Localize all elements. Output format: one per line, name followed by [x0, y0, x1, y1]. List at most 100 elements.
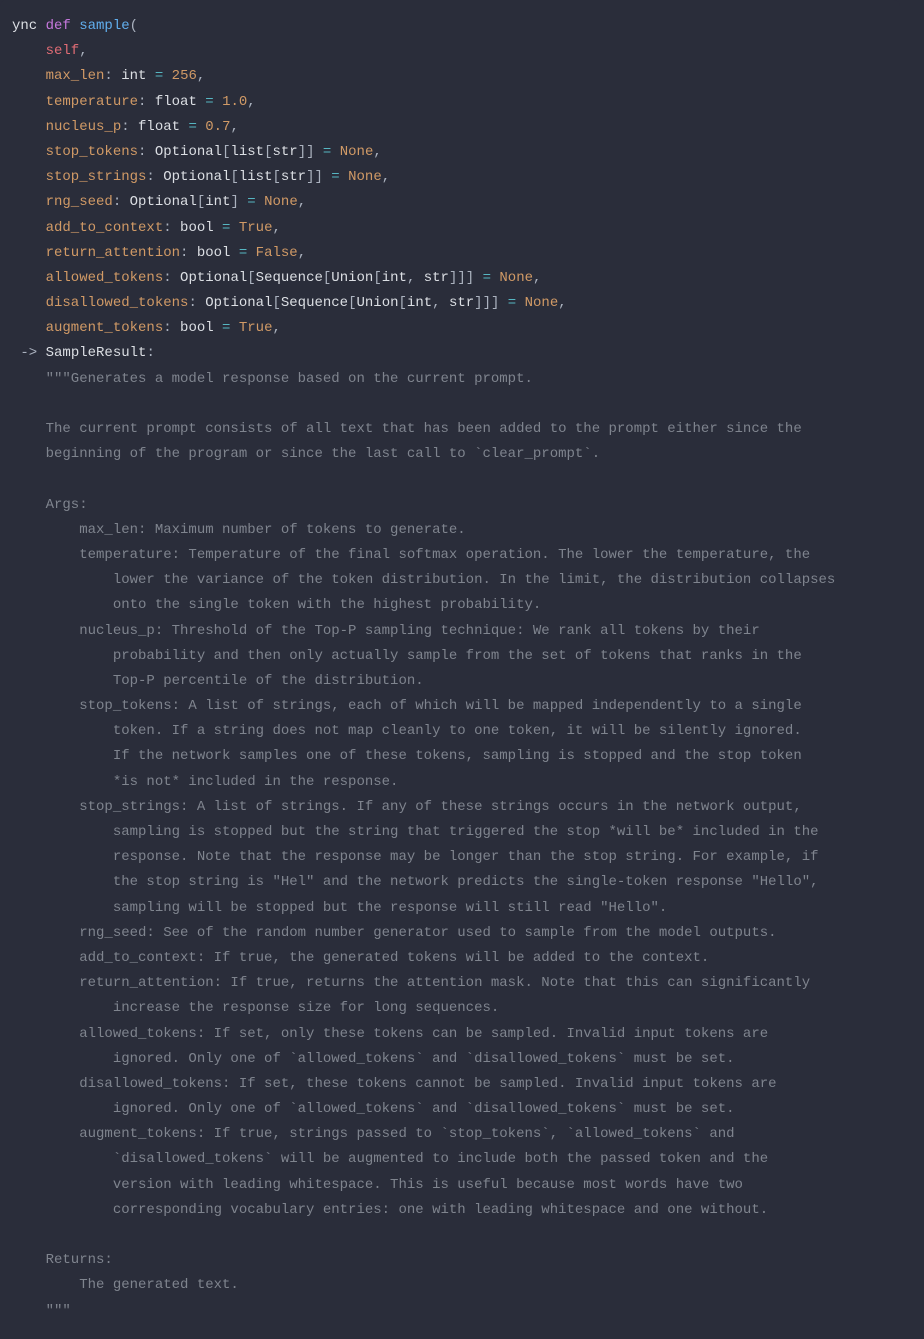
eq: =: [230, 245, 255, 261]
eq: =: [180, 119, 205, 135]
type-union: Union: [331, 270, 373, 286]
param-stop-tokens: stop_tokens: [12, 144, 138, 160]
type-optional: Optional: [130, 194, 197, 210]
bracket: ]]: [298, 144, 315, 160]
comma: ,: [533, 270, 541, 286]
param-max-len: max_len: [12, 68, 104, 84]
eq: =: [499, 295, 524, 311]
bracket: [: [348, 295, 356, 311]
param-disallowed-tokens: disallowed_tokens: [12, 295, 188, 311]
comma: ,: [79, 43, 87, 59]
kw-def: def: [46, 18, 80, 34]
bracket: [: [272, 169, 280, 185]
comma: ,: [407, 270, 424, 286]
comma: ,: [432, 295, 449, 311]
bracket: ]]]: [474, 295, 499, 311]
eq: =: [146, 68, 171, 84]
type-optional: Optional: [163, 169, 230, 185]
code-block: ync def sample( self, max_len: int = 256…: [0, 0, 900, 1338]
type-int: int: [121, 68, 146, 84]
param-self: self: [12, 43, 79, 59]
val-256: 256: [172, 68, 197, 84]
val-true: True: [239, 320, 273, 336]
type-int: int: [382, 270, 407, 286]
param-augment-tokens: augment_tokens: [12, 320, 163, 336]
type-sequence: Sequence: [281, 295, 348, 311]
paren-open: (: [130, 18, 138, 34]
type-list: list: [239, 169, 273, 185]
param-stop-strings: stop_strings: [12, 169, 146, 185]
type-optional: Optional: [205, 295, 272, 311]
colon: :: [163, 220, 180, 236]
arrow: ->: [12, 345, 46, 361]
fn-name: sample: [79, 18, 129, 34]
colon: :: [138, 94, 155, 110]
type-str: str: [272, 144, 297, 160]
colon: :: [146, 345, 154, 361]
type-str: str: [449, 295, 474, 311]
comma: ,: [272, 320, 280, 336]
type-bool: bool: [180, 220, 214, 236]
bracket: ]: [230, 194, 238, 210]
eq: =: [315, 144, 340, 160]
colon: :: [146, 169, 163, 185]
param-add-to-context: add_to_context: [12, 220, 163, 236]
comma: ,: [382, 169, 390, 185]
param-rng-seed: rng_seed: [12, 194, 113, 210]
comma: ,: [197, 68, 205, 84]
val-true: True: [239, 220, 273, 236]
colon: :: [188, 295, 205, 311]
return-type: SampleResult: [46, 345, 147, 361]
colon: :: [138, 144, 155, 160]
type-bool: bool: [197, 245, 231, 261]
type-float: float: [155, 94, 197, 110]
type-str: str: [424, 270, 449, 286]
type-bool: bool: [180, 320, 214, 336]
param-nucleus-p: nucleus_p: [12, 119, 121, 135]
bracket: [: [272, 295, 280, 311]
bracket: [: [247, 270, 255, 286]
eq: =: [474, 270, 499, 286]
colon: :: [163, 270, 180, 286]
comma: ,: [373, 144, 381, 160]
comma: ,: [230, 119, 238, 135]
type-union: Union: [357, 295, 399, 311]
comma: ,: [247, 94, 255, 110]
param-temperature: temperature: [12, 94, 138, 110]
bracket: [: [373, 270, 381, 286]
val-none: None: [525, 295, 559, 311]
type-int: int: [407, 295, 432, 311]
bracket: [: [399, 295, 407, 311]
type-str: str: [281, 169, 306, 185]
val-false: False: [256, 245, 298, 261]
bracket: ]]: [306, 169, 323, 185]
type-float: float: [138, 119, 180, 135]
comma: ,: [298, 245, 306, 261]
bracket: ]]]: [449, 270, 474, 286]
bracket: [: [197, 194, 205, 210]
colon: :: [163, 320, 180, 336]
eq: =: [214, 320, 239, 336]
comma: ,: [558, 295, 566, 311]
colon: :: [121, 119, 138, 135]
comma: ,: [298, 194, 306, 210]
colon: :: [113, 194, 130, 210]
bracket: [: [230, 169, 238, 185]
val-none: None: [348, 169, 382, 185]
type-optional: Optional: [180, 270, 247, 286]
eq: =: [214, 220, 239, 236]
colon: :: [180, 245, 197, 261]
param-return-attention: return_attention: [12, 245, 180, 261]
type-list: list: [230, 144, 264, 160]
colon: :: [104, 68, 121, 84]
type-optional: Optional: [155, 144, 222, 160]
param-allowed-tokens: allowed_tokens: [12, 270, 163, 286]
val-none: None: [264, 194, 298, 210]
comma: ,: [272, 220, 280, 236]
val-none: None: [340, 144, 374, 160]
docstring: """Generates a model response based on t…: [12, 371, 835, 1319]
type-sequence: Sequence: [256, 270, 323, 286]
val-1-0: 1.0: [222, 94, 247, 110]
eq: =: [239, 194, 264, 210]
kw-async: ync: [12, 18, 46, 34]
